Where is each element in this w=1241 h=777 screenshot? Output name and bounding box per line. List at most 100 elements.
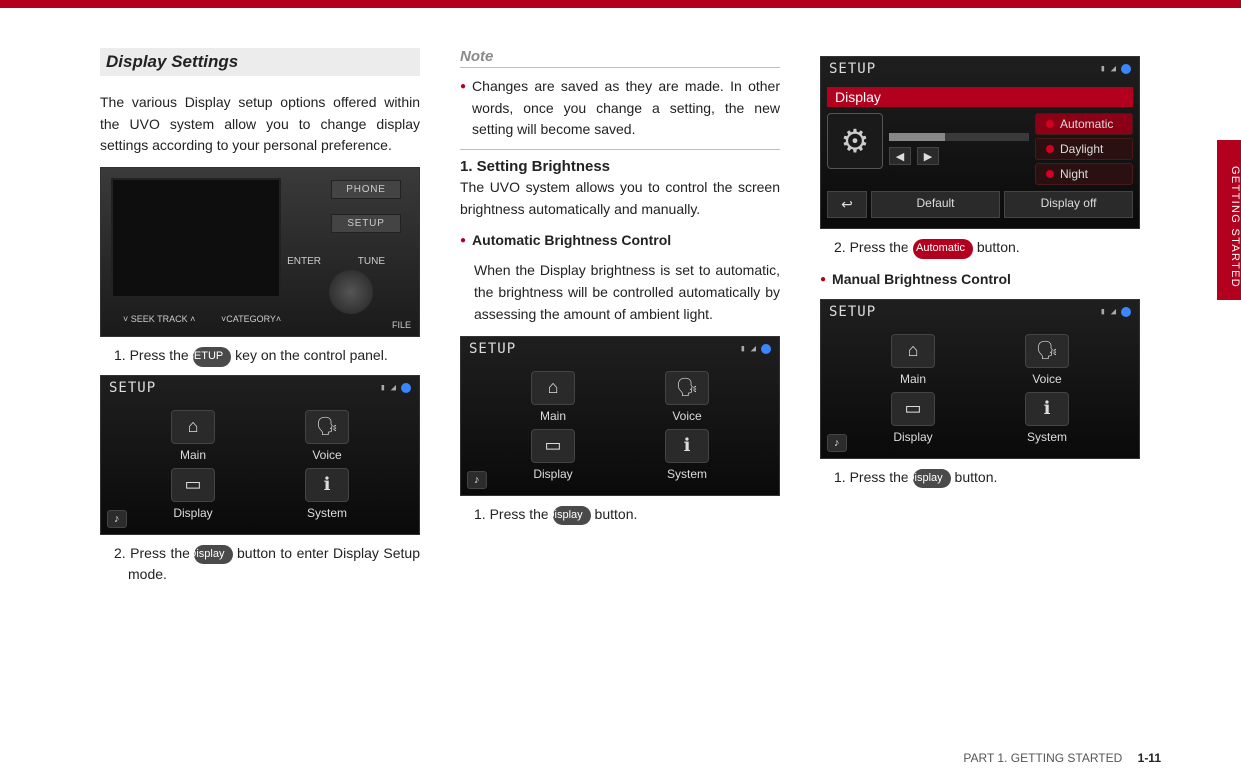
subsection-heading: 1. Setting Brightness	[460, 158, 780, 175]
note-heading: Note	[460, 48, 780, 65]
page-footer: PART 1. GETTING STARTED 1-11	[963, 751, 1161, 765]
hw-category-label: ˅CATEGORY˄	[221, 314, 281, 324]
setup-menu-figure-2: SETUP ▮◢ ⌂Main 🗣Voice ▭Display ℹSystem ♪	[460, 336, 780, 496]
home-icon: ⌂	[171, 410, 215, 444]
note-bullet: ● Changes are saved as they are made. In…	[460, 76, 780, 141]
bullet-icon: ●	[460, 76, 466, 141]
voice-icon: 🗣	[1025, 334, 1069, 368]
fig-title-bar: SETUP ▮◢	[461, 337, 779, 361]
brightness-slider: ◀ ▶	[889, 113, 1029, 185]
step-text: button.	[591, 506, 638, 522]
fig-title: SETUP	[829, 61, 876, 77]
option-automatic: Automatic	[1035, 113, 1133, 135]
auto-heading-row: ● Automatic Brightness Control	[460, 230, 780, 252]
fig-title-bar: SETUP ▮◢	[101, 376, 419, 400]
opt-label: Night	[1060, 167, 1088, 181]
step-text: 1. Press the	[834, 469, 913, 485]
section-side-tab: GETTING STARTED	[1217, 140, 1241, 300]
step-text: 1. Press the	[114, 347, 193, 363]
manual-heading-row: ● Manual Brightness Control	[820, 269, 1140, 291]
fig-title-bar: SETUP ▮◢	[821, 300, 1139, 324]
cell-label: Main	[131, 448, 255, 462]
cell-label: Main	[491, 409, 615, 423]
fig-title: SETUP	[109, 380, 156, 396]
hw-file-label: FILE	[392, 320, 411, 330]
setup-menu-figure-1: SETUP ▮◢ ⌂Main 🗣Voice ▭Display ℹSystem ♪	[100, 375, 420, 535]
col3-step-2: 2. Press the ●Automatic button.	[834, 237, 1140, 259]
step-text: button.	[973, 239, 1020, 255]
step-text: 2. Press the	[834, 239, 913, 255]
footer-part: PART 1. GETTING STARTED	[963, 751, 1122, 765]
hardware-panel-figure: PHONE SETUP ENTER TUNE ˅ SEEK TRACK ˄ ˅C…	[100, 167, 420, 337]
manual-heading: Manual Brightness Control	[832, 269, 1011, 291]
left-arrow-icon: ◀	[889, 147, 911, 165]
step-text: key on the control panel.	[231, 347, 387, 363]
voice-icon: 🗣	[665, 371, 709, 405]
hw-setup-button: SETUP	[331, 214, 401, 233]
fig-title: SETUP	[469, 341, 516, 357]
home-icon: ⌂	[891, 334, 935, 368]
brightness-options-figure: SETUP ▮◢ Display ⚙ ◀ ▶ Automatic	[820, 56, 1140, 229]
now-playing-tab: ♪	[107, 510, 127, 528]
fig-title: SETUP	[829, 304, 876, 320]
auto-heading: Automatic Brightness Control	[472, 230, 671, 252]
now-playing-tab: ♪	[467, 471, 487, 489]
bluetooth-icon	[1121, 64, 1131, 74]
page-content: Display Settings The various Display set…	[0, 8, 1241, 737]
hw-seek-label: ˅ SEEK TRACK ˄	[123, 314, 195, 324]
cell-label: Display	[851, 430, 975, 444]
column-3: SETUP ▮◢ Display ⚙ ◀ ▶ Automatic	[820, 48, 1140, 717]
opt-label: Daylight	[1060, 142, 1103, 156]
hw-tune-knob	[329, 270, 373, 314]
setup-menu-figure-3: SETUP ▮◢ ⌂Main 🗣Voice ▭Display ℹSystem ♪	[820, 299, 1140, 459]
column-2: Note ● Changes are saved as they are mad…	[460, 48, 780, 717]
hw-tune-label: TUNE	[358, 256, 385, 267]
display-icon: ▭	[171, 468, 215, 502]
cell-label: Voice	[265, 448, 389, 462]
status-icons: ▮◢	[1100, 307, 1131, 317]
hw-enter-label: ENTER	[287, 256, 321, 267]
home-icon: ⌂	[531, 371, 575, 405]
cell-label: System	[985, 430, 1109, 444]
divider	[460, 149, 780, 150]
cell-label: System	[265, 506, 389, 520]
section-title: Display Settings	[100, 48, 420, 76]
col1-step-1: 1. Press the SETUP key on the control pa…	[114, 345, 420, 367]
opt-label: Automatic	[1060, 117, 1113, 131]
fig-title-bar: SETUP ▮◢	[821, 57, 1139, 81]
back-button: ↩	[827, 191, 867, 218]
voice-icon: 🗣	[305, 410, 349, 444]
display-key: Display	[194, 545, 232, 565]
bluetooth-icon	[761, 344, 771, 354]
bullet-icon: ●	[820, 269, 826, 291]
display-off-button: Display off	[1004, 191, 1133, 218]
status-icons: ▮◢	[1100, 64, 1131, 74]
right-arrow-icon: ▶	[917, 147, 939, 165]
setup-key: SETUP	[193, 347, 232, 367]
auto-body: When the Display brightness is set to au…	[460, 260, 780, 325]
option-daylight: Daylight	[1035, 138, 1133, 160]
now-playing-tab: ♪	[827, 434, 847, 452]
divider	[460, 67, 780, 68]
automatic-key: ●Automatic	[913, 239, 973, 259]
display-header: Display	[827, 87, 1133, 107]
bluetooth-icon	[401, 383, 411, 393]
display-key: Display	[913, 469, 951, 489]
note-text: Changes are saved as they are made. In o…	[472, 76, 780, 141]
step-text: 1. Press the	[474, 506, 553, 522]
top-red-bar	[0, 0, 1241, 8]
option-night: Night	[1035, 163, 1133, 185]
column-1: Display Settings The various Display set…	[100, 48, 420, 717]
col3-step-1: 1. Press the Display button.	[834, 467, 1140, 489]
subsection-body: The UVO system allows you to control the…	[460, 177, 780, 220]
cell-label: Voice	[985, 372, 1109, 386]
bluetooth-icon	[1121, 307, 1131, 317]
hw-phone-button: PHONE	[331, 180, 401, 199]
intro-paragraph: The various Display setup options offere…	[100, 92, 420, 157]
key-label: Automatic	[916, 242, 965, 254]
step-text: 2. Press the	[114, 545, 194, 561]
status-icons: ▮◢	[380, 383, 411, 393]
info-icon: ℹ	[665, 429, 709, 463]
display-icon: ▭	[531, 429, 575, 463]
col1-step-2: 2. Press the Display button to enter Dis…	[114, 543, 420, 586]
